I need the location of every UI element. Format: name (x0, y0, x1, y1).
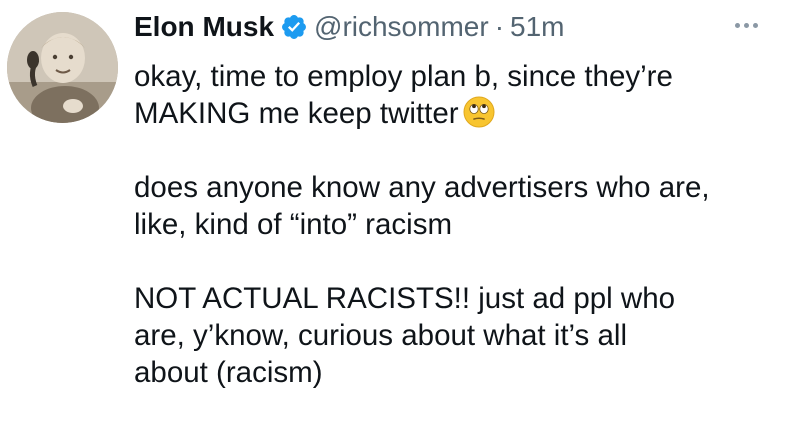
text-line: are, y’know, curious about what it’s all (134, 319, 628, 352)
tweet: Elon Musk @richsommer · 51m okay, time t… (0, 0, 786, 436)
text-line: about (racism) (134, 356, 323, 389)
tweet-header: Elon Musk @richsommer · 51m (134, 10, 564, 44)
timestamp[interactable]: 51m (510, 10, 564, 44)
paragraph-1: okay, time to employ plan b, since they’… (134, 58, 774, 132)
text-line: MAKING me keep twitter (134, 97, 459, 130)
avatar-photo (7, 12, 118, 123)
avatar[interactable] (7, 12, 118, 123)
author-name[interactable]: Elon Musk (134, 10, 274, 44)
more-dot (734, 22, 740, 28)
more-dot (743, 22, 749, 28)
separator-dot: · (494, 11, 505, 42)
paragraph-3: NOT ACTUAL RACISTS!! just ad ppl who are… (134, 280, 774, 391)
text-line: okay, time to employ plan b, since they’… (134, 60, 673, 93)
text-line: does anyone know any advertisers who are… (134, 171, 710, 204)
paragraph-2: does anyone know any advertisers who are… (134, 169, 774, 243)
more-horizontal-icon[interactable] (728, 13, 764, 37)
text-line: NOT ACTUAL RACISTS!! just ad ppl who (134, 282, 676, 315)
verified-badge-icon (280, 13, 308, 41)
author-handle[interactable]: @richsommer (314, 10, 489, 44)
text-line: like, kind of “into” racism (134, 208, 453, 241)
tweet-text: okay, time to employ plan b, since they’… (134, 58, 774, 391)
more-dot (752, 22, 758, 28)
face-with-rolling-eyes-icon (463, 96, 495, 128)
